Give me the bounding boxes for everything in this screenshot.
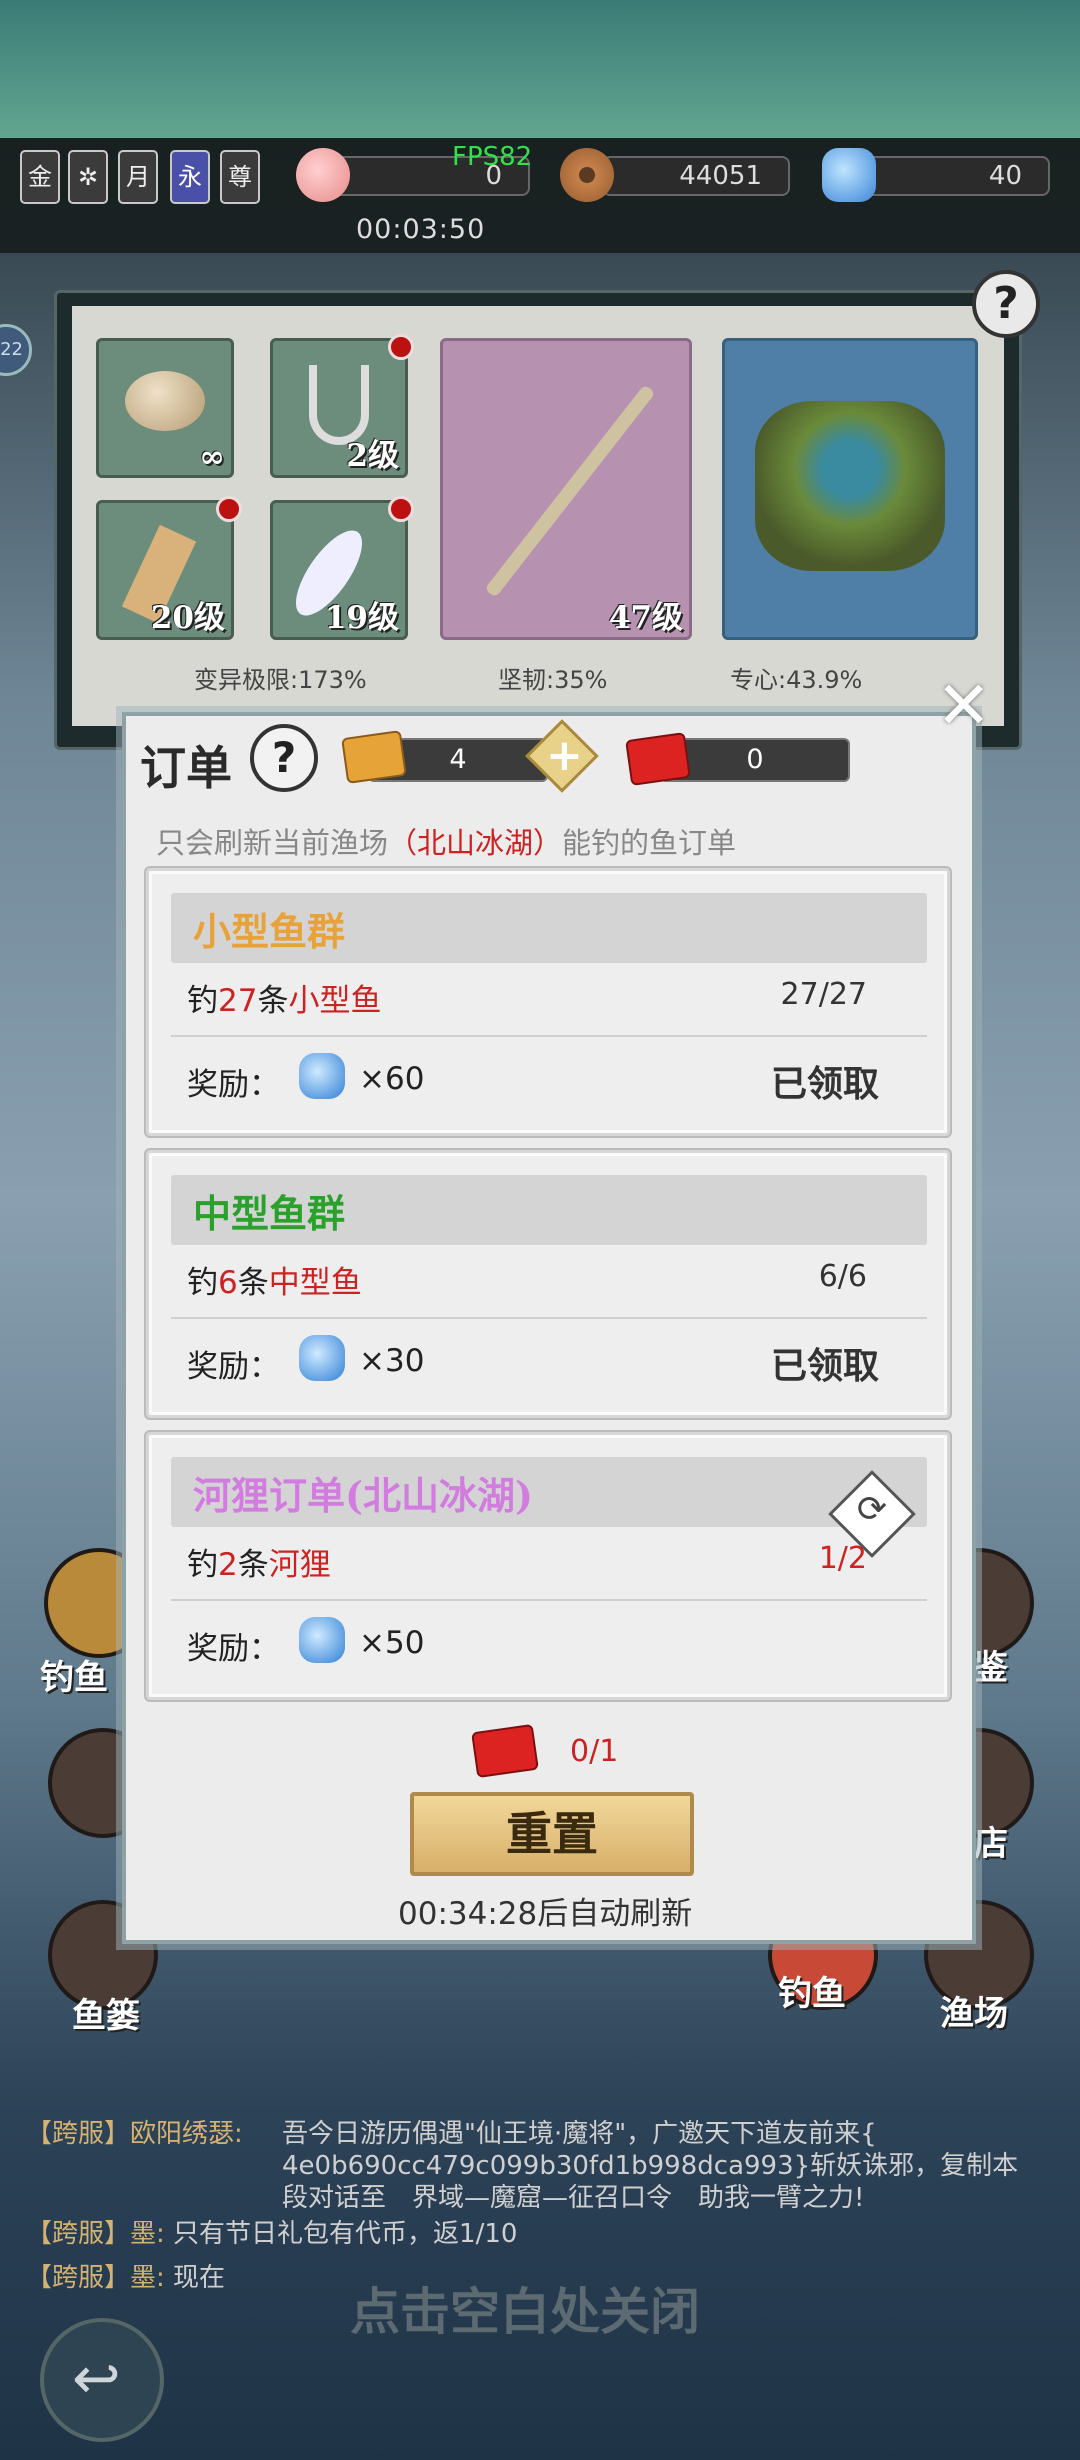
fishery-button-label: 渔场 xyxy=(940,1994,1008,2034)
order-task: 钓27条小型鱼 xyxy=(187,983,382,1019)
chat-line-1-msg: 吾今日游历偶遇"仙王境·魔将"，广邀天下道友前来{ xyxy=(282,2119,877,2149)
card-divider xyxy=(171,1317,927,1319)
plus-icon: + xyxy=(546,730,583,781)
gem-reward-icon xyxy=(299,1053,345,1099)
fishery-notice: 只会刷新当前渔场（北山冰湖）能钓的鱼订单 xyxy=(156,820,736,862)
reset-button[interactable]: 重置 xyxy=(410,1792,694,1876)
resource-bar: 金 ✲ 月 永 尊 0 44051 40 xyxy=(0,138,1080,253)
order-task: 钓2条河狸 xyxy=(187,1547,331,1583)
chat-line-2-msg: 4e0b690cc479c099b30fd1b998dca993}斩妖诛邪，复制… xyxy=(282,2151,1019,2181)
feather-level: 19级 xyxy=(324,600,399,636)
dialog-help-button[interactable]: ? xyxy=(250,724,318,792)
bait-level: ∞ xyxy=(199,439,225,475)
float-level: 20级 xyxy=(150,600,225,636)
fishery-slot[interactable] xyxy=(722,338,978,640)
rune-badge-2[interactable]: ✲ xyxy=(68,150,108,204)
close-hint: 点击空白处关闭 xyxy=(350,2282,700,2341)
lure-button-label: 钓鱼 xyxy=(778,1974,846,2014)
rune-badge-3[interactable]: 月 xyxy=(118,150,158,204)
gem-reward-icon xyxy=(299,1335,345,1381)
reward-label: 奖励： xyxy=(187,1349,280,1385)
reward-label: 奖励： xyxy=(187,1067,280,1103)
rune-badge-4[interactable]: 永 xyxy=(170,150,210,204)
notice-place: （北山冰湖） xyxy=(388,826,563,860)
rune-badge-1[interactable]: 金 xyxy=(20,150,60,204)
rune-badge-5[interactable]: 尊 xyxy=(220,150,260,204)
claimed-status: 已领取 xyxy=(770,1064,879,1105)
claimed-status: 已领取 xyxy=(770,1346,879,1387)
feather-alert-dot xyxy=(388,496,414,522)
order-card-header: 中型鱼群 xyxy=(171,1175,927,1245)
order-title: 小型鱼群 xyxy=(193,909,346,954)
back-button[interactable]: ↩ xyxy=(40,2318,164,2442)
refresh-token-icon xyxy=(341,730,407,784)
order-card-header: 小型鱼群 xyxy=(171,893,927,963)
chat-line-1: 【跨服】欧阳绣瑟: xyxy=(26,2119,243,2149)
stat-focus: 专心:43.9% xyxy=(730,666,863,694)
chat-line-3-msg: 段对话至 界域—魔窟—征召口令 助我一臂之力! xyxy=(282,2183,865,2213)
coin-value: 44051 xyxy=(602,156,790,196)
stat-mutation: 变异极限:173% xyxy=(194,666,367,694)
close-icon[interactable]: ✕ xyxy=(936,673,992,739)
order-title: 中型鱼群 xyxy=(193,1191,346,1236)
basket-button-label: 鱼篓 xyxy=(72,1996,140,2036)
auto-refresh-timer: 00:34:28后自动刷新 xyxy=(398,1896,693,1932)
notice-suffix: 能钓的鱼订单 xyxy=(562,826,737,860)
top-timer: 00:03:50 xyxy=(356,214,486,245)
gem-reward-icon xyxy=(299,1617,345,1663)
float-slot[interactable]: 20级 xyxy=(96,500,234,640)
card-divider xyxy=(171,1599,927,1601)
peach-icon xyxy=(296,148,350,202)
card-divider xyxy=(171,1035,927,1037)
notice-prefix: 只会刷新当前渔场 xyxy=(156,826,389,860)
order-card-3: 河狸订单(北山冰湖) ⟳ 钓2条河狸 1/2 奖励： ×50 xyxy=(146,1432,950,1700)
order-progress: 27/27 xyxy=(780,977,867,1012)
red-ticket-icon xyxy=(625,732,691,786)
stat-toughness: 坚韧:35% xyxy=(498,666,608,694)
order-task: 钓6条中型鱼 xyxy=(187,1265,362,1301)
waterfall-island-icon xyxy=(755,401,945,571)
red-ticket-icon-bottom xyxy=(471,1723,539,1779)
order-card-header: 河狸订单(北山冰湖) ⟳ xyxy=(171,1457,927,1558)
hook-level: 2级 xyxy=(346,438,399,474)
shop-button-label: 店 xyxy=(974,1824,1008,1864)
fishing-rod-icon xyxy=(484,384,656,598)
refresh-icon: ⟳ xyxy=(856,1489,888,1530)
gem-icon xyxy=(822,148,876,202)
reward-quantity: ×60 xyxy=(359,1061,425,1097)
fish-button-label: 钓鱼 xyxy=(40,1658,108,1698)
order-card-2: 中型鱼群 钓6条中型鱼 6/6 奖励： ×30 已领取 xyxy=(146,1150,950,1418)
float-alert-dot xyxy=(216,496,242,522)
left-badge-value: 22 xyxy=(0,339,23,360)
order-title: 河狸订单(北山冰湖) xyxy=(193,1473,533,1518)
order-card-1: 小型鱼群 钓27条小型鱼 27/27 奖励： ×60 已领取 xyxy=(146,868,950,1136)
gem-value: 40 xyxy=(862,156,1050,196)
bait-icon xyxy=(125,371,205,431)
sky-banner xyxy=(0,0,1080,138)
left-badge[interactable]: 22 xyxy=(0,324,32,376)
back-arrow-icon: ↩ xyxy=(72,2344,121,2412)
fps-counter: FPS82 xyxy=(452,142,533,172)
reward-quantity: ×50 xyxy=(359,1625,425,1661)
order-progress: 1/2 xyxy=(818,1541,867,1576)
dialog-title: 订单 xyxy=(140,741,232,795)
feather-slot[interactable]: 19级 xyxy=(270,500,408,640)
reward-label: 奖励： xyxy=(187,1631,280,1667)
rod-level: 47级 xyxy=(608,600,683,636)
rod-slot[interactable]: 47级 xyxy=(440,338,692,640)
chat-line-4: 【跨服】墨: 只有节日礼包有代币，返1/10 xyxy=(26,2219,518,2249)
reward-quantity: ×30 xyxy=(359,1343,425,1379)
bait-slot[interactable]: ∞ xyxy=(96,338,234,478)
ticket-progress: 0/1 xyxy=(570,1734,619,1769)
chat-line-5: 【跨服】墨: 现在 xyxy=(26,2263,226,2293)
help-button[interactable]: ? xyxy=(972,270,1040,338)
hook-alert-dot xyxy=(388,334,414,360)
hook-slot[interactable]: 2级 xyxy=(270,338,408,478)
coin-icon xyxy=(560,148,614,202)
order-progress: 6/6 xyxy=(818,1259,867,1294)
guide-button-label: 鉴 xyxy=(974,1648,1008,1688)
